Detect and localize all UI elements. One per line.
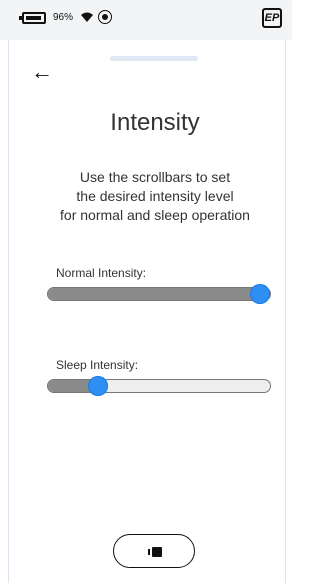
app-logo: EP — [262, 8, 282, 28]
device-icon — [148, 547, 162, 557]
device-button[interactable] — [113, 534, 195, 568]
sleep-intensity-slider[interactable] — [47, 376, 271, 396]
page-title: Intensity — [110, 109, 200, 136]
back-button[interactable]: ← — [31, 61, 53, 83]
battery-icon — [19, 12, 46, 24]
sleep-intensity-label: Sleep Intensity: — [56, 358, 139, 372]
status-bar: 96% EP — [0, 0, 292, 40]
normal-intensity-fill — [48, 288, 260, 300]
instructions-text: Use the scrollbars to set the desired int… — [60, 169, 250, 223]
normal-intensity-thumb[interactable] — [250, 284, 270, 304]
status-circle-icon — [98, 10, 112, 24]
normal-intensity-slider[interactable] — [47, 284, 271, 304]
wifi-icon — [81, 12, 93, 22]
battery-percentage: 96% — [53, 12, 74, 23]
drag-handle — [110, 56, 198, 61]
battery-level — [26, 16, 42, 20]
normal-intensity-label: Normal Intensity: — [56, 266, 147, 280]
